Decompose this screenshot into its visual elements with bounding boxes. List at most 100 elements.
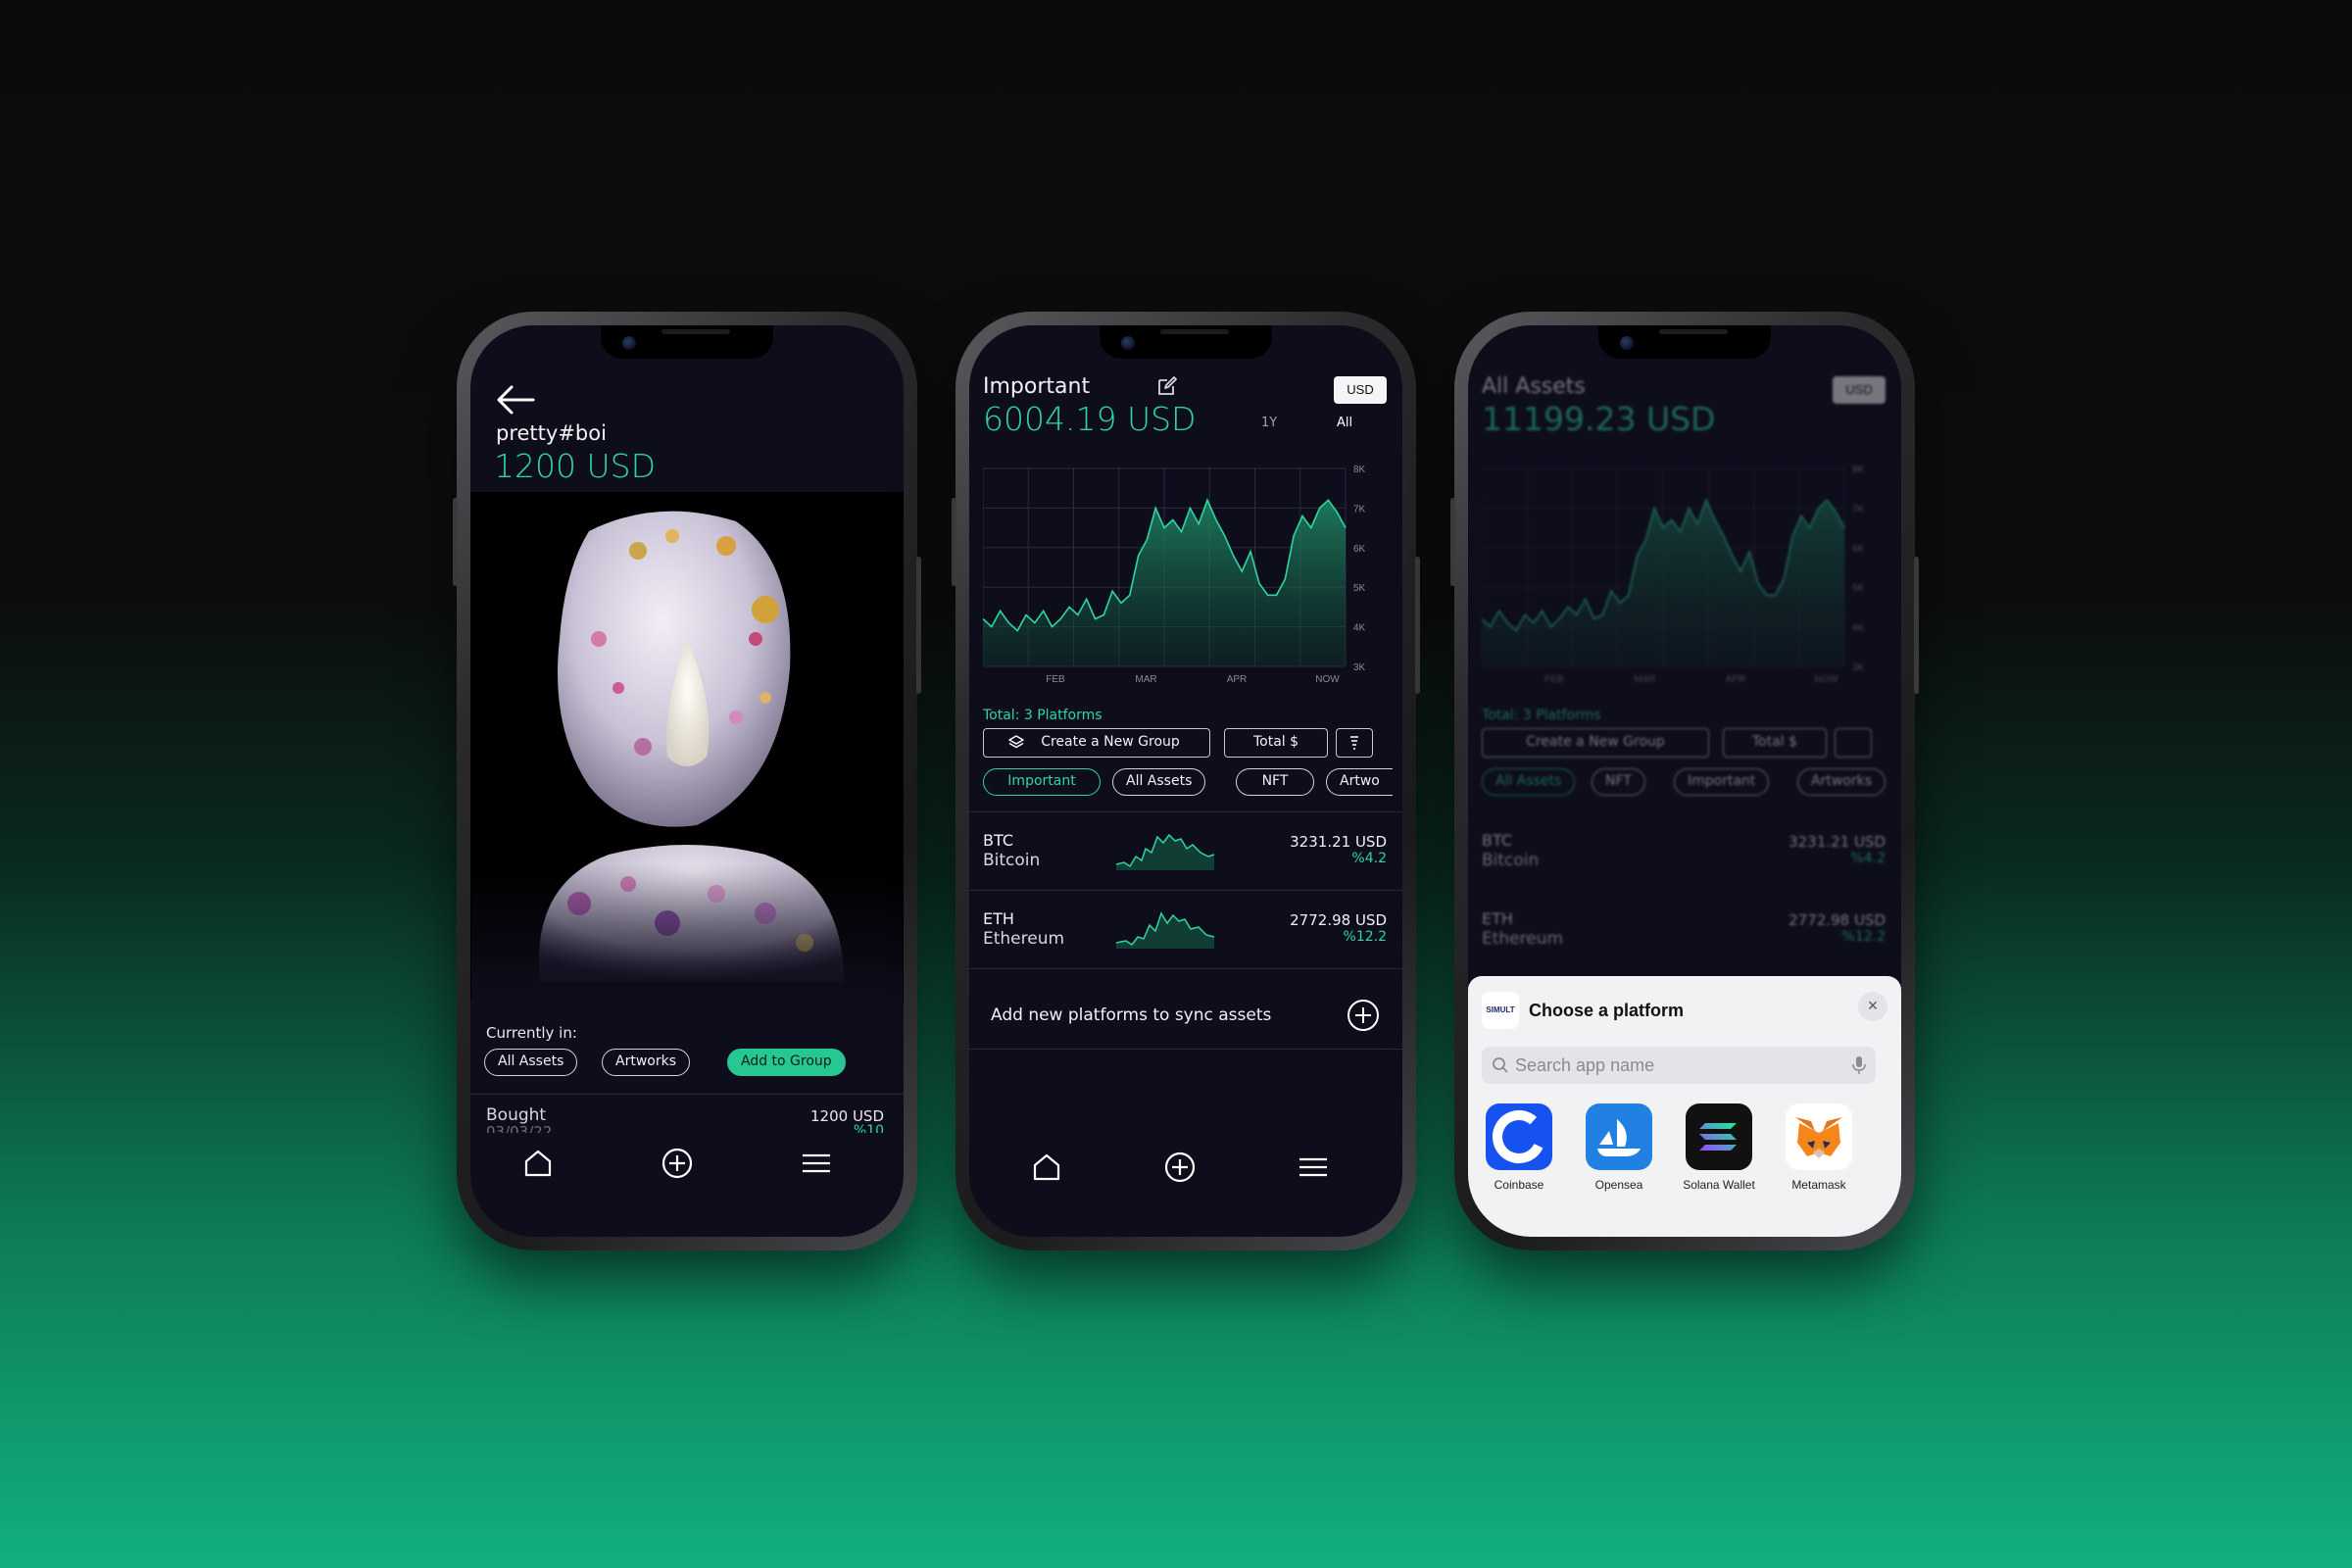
divider	[969, 811, 1402, 812]
filter-button[interactable]	[1336, 728, 1373, 758]
x-tick-label: MAR	[1135, 674, 1156, 685]
filter-button	[1835, 728, 1872, 758]
search-input[interactable]	[1515, 1047, 1829, 1084]
asset-amount: 2772.98 USD	[1788, 911, 1886, 929]
bottom-nav	[470, 1147, 904, 1215]
asset-row[interactable]: BTC Bitcoin 3231.21 USD %4.2	[969, 813, 1402, 890]
divider	[470, 1094, 904, 1095]
chip-all-assets[interactable]: All Assets	[484, 1049, 578, 1076]
asset-pct: %4.2	[1351, 851, 1387, 866]
y-tick-label: 4K	[1353, 623, 1366, 634]
chip-important: Important	[1674, 768, 1770, 796]
app-metamask[interactable]: Metamask	[1780, 1103, 1858, 1192]
asset-pct: %12.2	[1841, 929, 1886, 945]
layers-icon	[1008, 735, 1024, 749]
divider	[969, 890, 1402, 891]
y-tick-label: 7K	[1852, 504, 1865, 514]
y-tick-label: 8K	[1353, 465, 1366, 475]
add-to-group-button[interactable]: Add to Group	[727, 1049, 846, 1076]
chip-nft[interactable]: NFT	[1236, 768, 1314, 796]
screen: All Assets USD 11199.23 USD 8K 7K 6K 5K 4K 3K…	[1468, 325, 1901, 1237]
home-icon[interactable]	[1030, 1151, 1063, 1184]
search-field[interactable]	[1482, 1047, 1876, 1084]
close-button[interactable]: ×	[1858, 992, 1887, 1021]
y-tick-label: 3K	[1852, 662, 1865, 673]
asset-pct: %4.2	[1850, 851, 1886, 866]
chip-important[interactable]: Important	[983, 768, 1101, 796]
add-platforms-label[interactable]: Add new platforms to sync assets	[991, 1005, 1271, 1025]
total-dollar-button: Total $	[1723, 728, 1827, 758]
x-tick-label: FEB	[1046, 674, 1065, 685]
y-tick-label: 7K	[1353, 504, 1366, 514]
divider	[969, 968, 1402, 969]
menu-icon[interactable]	[1297, 1151, 1330, 1184]
add-icon[interactable]	[1163, 1151, 1197, 1184]
asset-name: Bitcoin	[983, 851, 1041, 870]
filter-icon	[1350, 736, 1358, 750]
app-coinbase[interactable]: Coinbase	[1480, 1103, 1558, 1192]
metamask-icon	[1786, 1103, 1852, 1170]
back-arrow-icon[interactable]	[494, 382, 537, 417]
x-tick-label: FEB	[1544, 674, 1564, 685]
asset-amount: 3231.21 USD	[1788, 833, 1886, 851]
x-tick-label: MAR	[1634, 674, 1655, 685]
add-icon[interactable]	[661, 1147, 694, 1180]
asset-amount: 3231.21 USD	[1290, 833, 1387, 851]
app-opensea[interactable]: Opensea	[1580, 1103, 1658, 1192]
asset-symbol: ETH	[1482, 909, 1513, 928]
asset-symbol: BTC	[983, 831, 1013, 850]
bought-pct: %10	[853, 1123, 884, 1133]
asset-name: Ethereum	[1482, 929, 1564, 949]
add-platform-icon[interactable]	[1346, 998, 1381, 1033]
sparkline	[1116, 833, 1214, 870]
app-label: Coinbase	[1494, 1178, 1544, 1192]
range-all[interactable]: All	[1337, 416, 1352, 430]
chip-all-assets: All Assets	[1482, 768, 1576, 796]
y-tick-label: 3K	[1353, 662, 1366, 673]
y-tick-label: 6K	[1353, 544, 1366, 555]
notch	[1100, 325, 1272, 359]
asset-row: ETH Ethereum 2772.98 USD %12.2	[1468, 892, 1901, 968]
group-title: All Assets	[1482, 374, 1586, 399]
microphone-icon[interactable]	[1852, 1055, 1866, 1075]
app-solana-wallet[interactable]: Solana Wallet	[1680, 1103, 1758, 1192]
edit-icon[interactable]	[1155, 374, 1179, 398]
sheet-title: Choose a platform	[1529, 1001, 1685, 1020]
nft-price: 1200 USD	[494, 447, 656, 485]
asset-pct: %12.2	[1343, 929, 1387, 945]
group-total: 11199.23 USD	[1482, 400, 1716, 438]
bought-label: Bought	[486, 1105, 547, 1125]
search-icon	[1493, 1057, 1508, 1073]
solana-icon	[1686, 1103, 1752, 1170]
y-tick-label: 6K	[1852, 544, 1865, 555]
range-1y[interactable]: 1Y	[1261, 416, 1277, 430]
divider	[969, 1049, 1402, 1050]
phone-group-portfolio: Important USD 6004.19 USD 1Y All 8K 7K 6K 5…	[952, 312, 1420, 1250]
asset-symbol: BTC	[1482, 831, 1512, 850]
portfolio-chart: 8K 7K 6K 5K 4K 3K FEB MAR APR NOW	[983, 465, 1366, 685]
home-icon[interactable]	[521, 1147, 555, 1180]
opensea-icon	[1586, 1103, 1652, 1170]
group-total: 6004.19 USD	[983, 400, 1197, 438]
total-dollar-button[interactable]: Total $	[1224, 728, 1328, 758]
asset-row[interactable]: ETH Ethereum 2772.98 USD %12.2	[969, 892, 1402, 968]
chip-artworks[interactable]: Artwo	[1326, 768, 1393, 796]
asset-row: BTC Bitcoin 3231.21 USD %4.2	[1468, 813, 1901, 890]
screen: pretty#boi 1200 USD Currently in: All As…	[470, 325, 904, 1237]
phone-nft-detail: pretty#boi 1200 USD Currently in: All As…	[453, 312, 921, 1250]
notch	[601, 325, 773, 359]
nft-artwork-image	[470, 492, 904, 1002]
y-tick-label: 5K	[1852, 583, 1865, 594]
currency-button[interactable]: USD	[1334, 376, 1387, 404]
currency-button: USD	[1833, 376, 1886, 404]
simult-logo: SIMULT	[1482, 992, 1519, 1029]
chip-nft: NFT	[1592, 768, 1645, 796]
x-tick-label: NOW	[1315, 674, 1340, 685]
create-group-button[interactable]: Create a New Group	[983, 728, 1210, 758]
chip-artworks[interactable]: Artworks	[602, 1049, 690, 1076]
y-tick-label: 8K	[1852, 465, 1865, 475]
menu-icon[interactable]	[800, 1147, 833, 1180]
group-title: Important	[983, 374, 1091, 399]
chip-all-assets[interactable]: All Assets	[1112, 768, 1206, 796]
nft-name: pretty#boi	[496, 421, 607, 445]
